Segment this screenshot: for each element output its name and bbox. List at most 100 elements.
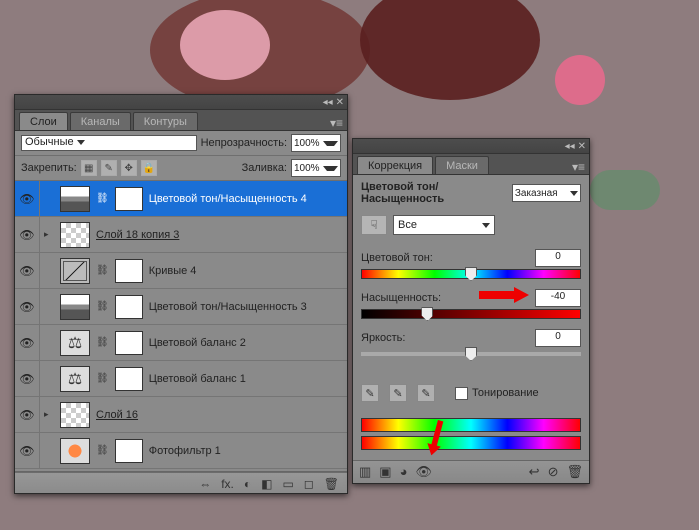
layer-row[interactable]: 👁 ⛓ Цветовой баланс 2: [15, 325, 347, 361]
visibility-eye-icon[interactable]: 👁: [15, 289, 40, 324]
visibility-eye-icon[interactable]: 👁: [15, 433, 40, 468]
layers-body: Обычные Непрозрачность: 100% Закрепить: …: [15, 131, 347, 493]
colorize-checkbox[interactable]: Тонирование: [455, 387, 539, 400]
layer-name-label[interactable]: Фотофильтр 1: [149, 445, 221, 457]
collapse-icon[interactable]: ◂◂: [565, 141, 575, 152]
layer-row[interactable]: 👁 ⛓ Цветовой тон/Насыщенность 3: [15, 289, 347, 325]
layer-row[interactable]: 👁 ▸ Слой 16: [15, 397, 347, 433]
tab-channels[interactable]: Каналы: [70, 112, 131, 130]
layer-mask-thumbnail[interactable]: [115, 259, 143, 283]
preset-select[interactable]: Заказная: [512, 184, 581, 202]
panel-menu-icon[interactable]: ▾≡: [568, 160, 589, 174]
visibility-eye-icon[interactable]: 👁: [15, 397, 40, 432]
lock-brush-icon[interactable]: ✎: [101, 160, 117, 176]
expand-chevron-icon[interactable]: ▸: [44, 229, 54, 240]
saturation-knob[interactable]: [421, 307, 433, 321]
layer-mask-thumbnail[interactable]: [115, 187, 143, 211]
saturation-value[interactable]: -40: [535, 289, 581, 307]
visibility-eye-icon[interactable]: 👁: [15, 325, 40, 360]
saturation-track[interactable]: [361, 309, 581, 319]
lock-pixels-icon[interactable]: ▦: [81, 160, 97, 176]
layer-name-label[interactable]: Слой 18 копия 3: [96, 229, 179, 241]
layer-thumbnail[interactable]: [60, 186, 90, 212]
layer-mask-thumbnail[interactable]: [115, 367, 143, 391]
blend-mode-select[interactable]: Обычные: [21, 135, 197, 151]
new-layer-icon[interactable]: ◻: [304, 477, 314, 491]
brightness-label: Яркость:: [361, 332, 405, 344]
target-adjust-icon[interactable]: ☟: [361, 215, 387, 235]
brightness-track[interactable]: [361, 352, 581, 356]
layer-thumbnail[interactable]: [60, 258, 90, 284]
link-mask-icon[interactable]: ⛓: [96, 193, 109, 204]
tab-paths[interactable]: Контуры: [133, 112, 198, 130]
eyedropper-icon[interactable]: ✎: [361, 384, 379, 402]
layer-thumbnail[interactable]: [60, 222, 90, 248]
return-to-list-icon[interactable]: ▥: [359, 464, 371, 480]
visibility-eye-icon[interactable]: 👁: [15, 361, 40, 396]
colorize-label: Тонирование: [472, 387, 539, 399]
layer-thumbnail[interactable]: [60, 294, 90, 320]
hue-track[interactable]: [361, 269, 581, 279]
expand-view-icon[interactable]: ▣: [379, 464, 391, 480]
layer-row[interactable]: 👁 ⛓ Фотофильтр 1: [15, 433, 347, 469]
color-range-select[interactable]: Все: [393, 215, 495, 235]
layer-name-label[interactable]: Цветовой баланс 1: [149, 373, 246, 385]
expand-chevron-icon[interactable]: ▸: [44, 409, 54, 420]
brightness-value[interactable]: 0: [535, 329, 581, 347]
clip-to-layer-icon[interactable]: ◕: [400, 464, 408, 480]
panel-menu-icon[interactable]: ▾≡: [326, 116, 347, 130]
layer-name-label[interactable]: Цветовой тон/Насыщенность 3: [149, 301, 307, 313]
close-icon[interactable]: ✕: [578, 141, 586, 152]
layer-row[interactable]: 👁 ⛓ Цветовой баланс 1: [15, 361, 347, 397]
link-mask-icon[interactable]: ⛓: [96, 337, 109, 348]
layer-row[interactable]: 👁 ▸ Слой 18 копия 3: [15, 217, 347, 253]
layer-mask-thumbnail[interactable]: [115, 295, 143, 319]
hue-range-bottom[interactable]: [361, 436, 581, 450]
layer-thumbnail[interactable]: [60, 366, 90, 392]
close-icon[interactable]: ✕: [336, 97, 344, 108]
eyedropper-plus-icon[interactable]: ✎: [389, 384, 407, 402]
opacity-input[interactable]: 100%: [291, 134, 341, 152]
layer-thumbnail[interactable]: [60, 402, 90, 428]
hue-knob[interactable]: [465, 267, 477, 281]
layer-name-label[interactable]: Цветовой тон/Насыщенность 4: [149, 193, 307, 205]
tab-layers[interactable]: Слои: [19, 112, 68, 130]
new-group-icon[interactable]: ▭: [282, 477, 293, 491]
lock-move-icon[interactable]: ✥: [121, 160, 137, 176]
layer-mask-thumbnail[interactable]: [115, 331, 143, 355]
fx-icon[interactable]: fx.: [221, 477, 234, 491]
link-layers-icon[interactable]: ⇔: [199, 477, 211, 491]
fill-input[interactable]: 100%: [291, 159, 341, 177]
collapse-icon[interactable]: ◂◂: [323, 97, 333, 108]
eyedropper-minus-icon[interactable]: ✎: [417, 384, 435, 402]
brightness-knob[interactable]: [465, 347, 477, 361]
layer-mask-thumbnail[interactable]: [115, 439, 143, 463]
layer-name-label[interactable]: Слой 16: [96, 409, 138, 421]
add-mask-icon[interactable]: ◐: [244, 477, 251, 491]
visibility-eye-icon[interactable]: 👁: [15, 181, 40, 216]
link-mask-icon[interactable]: ⛓: [96, 445, 109, 456]
tab-correction[interactable]: Коррекция: [357, 156, 433, 174]
delete-adjustment-icon[interactable]: 🗑: [566, 464, 583, 480]
toggle-visibility-icon[interactable]: 👁: [415, 464, 432, 480]
layer-name-label[interactable]: Кривые 4: [149, 265, 197, 277]
layer-thumbnail[interactable]: [60, 330, 90, 356]
link-mask-icon[interactable]: ⛓: [96, 265, 109, 276]
link-mask-icon[interactable]: ⛓: [96, 373, 109, 384]
delete-layer-icon[interactable]: 🗑: [324, 477, 339, 491]
visibility-eye-icon[interactable]: 👁: [15, 253, 40, 288]
hue-range-top[interactable]: [361, 418, 581, 432]
layer-thumbnail[interactable]: [60, 438, 90, 464]
link-mask-icon[interactable]: ⛓: [96, 301, 109, 312]
visibility-eye-icon[interactable]: 👁: [15, 217, 40, 252]
hue-value[interactable]: 0: [535, 249, 581, 267]
layer-row[interactable]: 👁 ⛓ Кривые 4: [15, 253, 347, 289]
reset-icon[interactable]: ⊘: [548, 464, 559, 480]
layer-row[interactable]: 👁 ⛓ Цветовой тон/Насыщенность 4: [15, 181, 347, 217]
lock-all-icon[interactable]: 🔒: [141, 160, 157, 176]
layer-list[interactable]: 👁 ⛓ Цветовой тон/Насыщенность 4 👁 ▸ Слой 18 к…: [15, 181, 347, 472]
add-adjustment-icon[interactable]: ◧: [261, 477, 272, 491]
tab-masks[interactable]: Маски: [435, 156, 489, 174]
previous-state-icon[interactable]: ↩: [529, 464, 540, 480]
layer-name-label[interactable]: Цветовой баланс 2: [149, 337, 246, 349]
